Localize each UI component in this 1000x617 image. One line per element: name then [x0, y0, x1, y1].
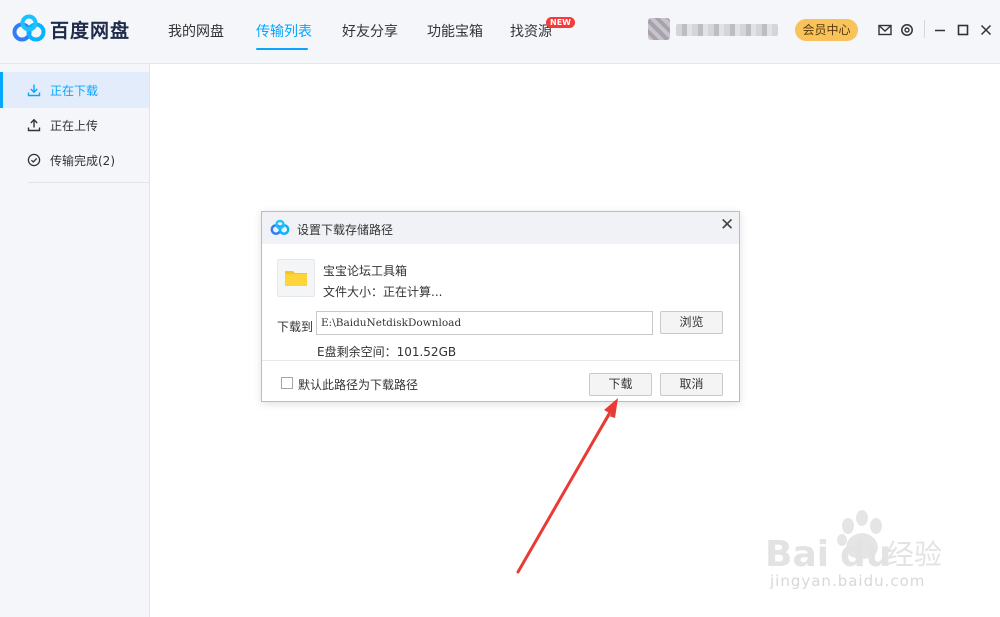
- top-bar: 百度网盘 我的网盘 传输列表 好友分享 功能宝箱 找资源 NEW 会员中心: [0, 0, 1000, 64]
- download-icon: [27, 84, 41, 97]
- default-path-checkbox[interactable]: [281, 377, 293, 389]
- nav-my-netdisk[interactable]: 我的网盘: [168, 21, 224, 41]
- watermark-url: jingyan.baidu.com: [770, 572, 926, 590]
- close-icon[interactable]: [978, 22, 994, 38]
- sidebar-item-label: 正在上传: [50, 119, 99, 133]
- sidebar-item-label: 传输完成(2): [50, 154, 115, 168]
- sidebar-divider: [28, 182, 149, 183]
- username-blurred[interactable]: [676, 24, 778, 36]
- sidebar-item-label: 正在下载: [50, 84, 99, 98]
- default-path-label[interactable]: 默认此路径为下载路径: [298, 376, 418, 393]
- dialog-title-bar[interactable]: 设置下载存储路径 ✕: [262, 212, 739, 244]
- sidebar-item-completed[interactable]: 传输完成(2): [0, 142, 149, 178]
- file-name: 宝宝论坛工具箱: [323, 264, 408, 278]
- download-path-input[interactable]: [316, 311, 653, 335]
- nav-friend-share[interactable]: 好友分享: [342, 21, 398, 41]
- minimize-icon[interactable]: [932, 22, 948, 38]
- brand-name: 百度网盘: [50, 20, 131, 42]
- maximize-icon[interactable]: [955, 22, 971, 38]
- vip-center-button[interactable]: 会员中心: [795, 19, 858, 41]
- dialog-divider: [262, 360, 739, 361]
- disk-free-space: E盘剩余空间：101.52GB: [317, 345, 457, 359]
- avatar[interactable]: [648, 18, 670, 40]
- upload-icon: [27, 118, 41, 132]
- svg-text:du: du: [840, 534, 891, 575]
- dialog-title: 设置下载存储路径: [297, 223, 394, 237]
- browse-button[interactable]: 浏览: [660, 311, 723, 334]
- download-button[interactable]: 下载: [589, 373, 652, 396]
- svg-text:经验: 经验: [886, 538, 942, 571]
- file-thumbnail: [277, 259, 315, 297]
- sidebar-item-uploading[interactable]: 正在上传: [0, 107, 149, 143]
- folder-icon: [285, 271, 307, 286]
- new-badge: NEW: [546, 17, 575, 28]
- sidebar: 正在下载 正在上传 传输完成(2): [0, 64, 150, 617]
- baidu-netdisk-logo-icon: [270, 219, 290, 235]
- download-to-label: 下载到: [277, 320, 314, 334]
- svg-text:Bai: Bai: [765, 534, 829, 575]
- download-path-dialog: 设置下载存储路径 ✕ 宝宝论坛工具箱 文件大小：正在计算... 下载到 浏览 E…: [261, 211, 740, 402]
- check-circle-icon: [27, 153, 41, 167]
- active-tab-indicator: [256, 48, 308, 50]
- mail-icon[interactable]: [877, 22, 893, 38]
- settings-icon[interactable]: [899, 22, 915, 38]
- dialog-close-button[interactable]: ✕: [720, 215, 734, 235]
- nav-toolbox[interactable]: 功能宝箱: [427, 21, 483, 41]
- window-controls-separator: [924, 20, 925, 38]
- cancel-button[interactable]: 取消: [660, 373, 723, 396]
- file-size: 文件大小：正在计算...: [323, 285, 443, 299]
- nav-transfer-list[interactable]: 传输列表: [256, 21, 312, 41]
- sidebar-item-downloading[interactable]: 正在下载: [0, 72, 149, 108]
- baidu-netdisk-logo-icon: [12, 14, 46, 42]
